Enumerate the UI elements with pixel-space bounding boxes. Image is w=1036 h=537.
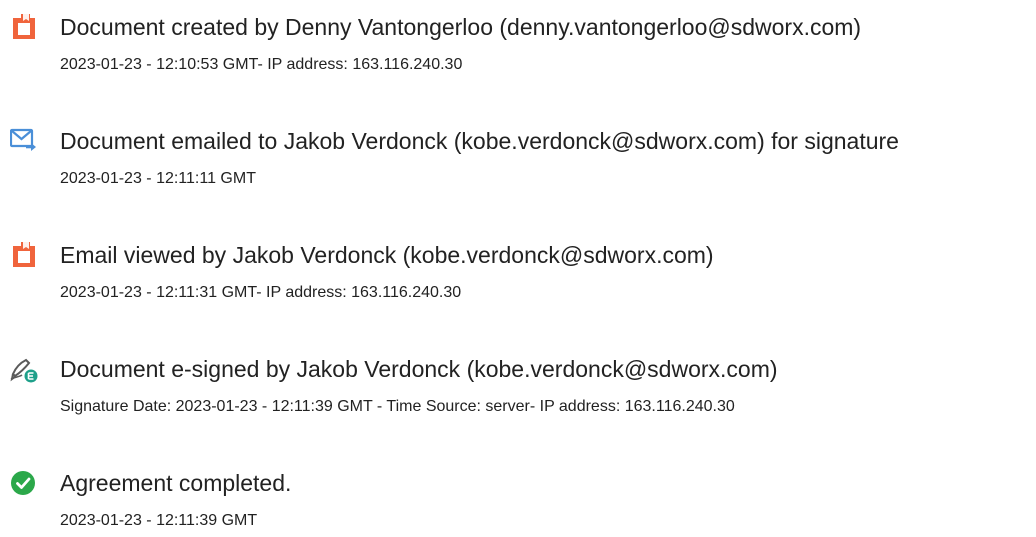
document-created-icon bbox=[10, 13, 38, 41]
esign-pen-icon bbox=[10, 355, 38, 383]
event-title: Document emailed to Jakob Verdonck (kobe… bbox=[60, 128, 899, 154]
event-detail: Signature Date: 2023-01-23 - 12:11:39 GM… bbox=[60, 398, 735, 415]
checkmark-circle-icon bbox=[10, 469, 38, 497]
event-detail: 2023-01-23 - 12:11:11 GMT bbox=[60, 170, 256, 187]
email-sent-icon bbox=[10, 127, 38, 155]
document-viewed-icon bbox=[10, 241, 38, 269]
event-detail: 2023-01-23 - 12:11:31 GMT- IP address: 1… bbox=[60, 284, 462, 301]
event-title: Document e-signed by Jakob Verdonck (kob… bbox=[60, 356, 778, 382]
event-detail: 2023-01-23 - 12:10:53 GMT- IP address: 1… bbox=[60, 56, 463, 73]
event-detail: 2023-01-23 - 12:11:39 GMT bbox=[60, 512, 258, 529]
event-title: Document created by Denny Vantongerloo (… bbox=[60, 14, 862, 40]
event-title: Agreement completed. bbox=[60, 470, 292, 496]
event-title: Email viewed by Jakob Verdonck (kobe.ver… bbox=[60, 242, 714, 268]
